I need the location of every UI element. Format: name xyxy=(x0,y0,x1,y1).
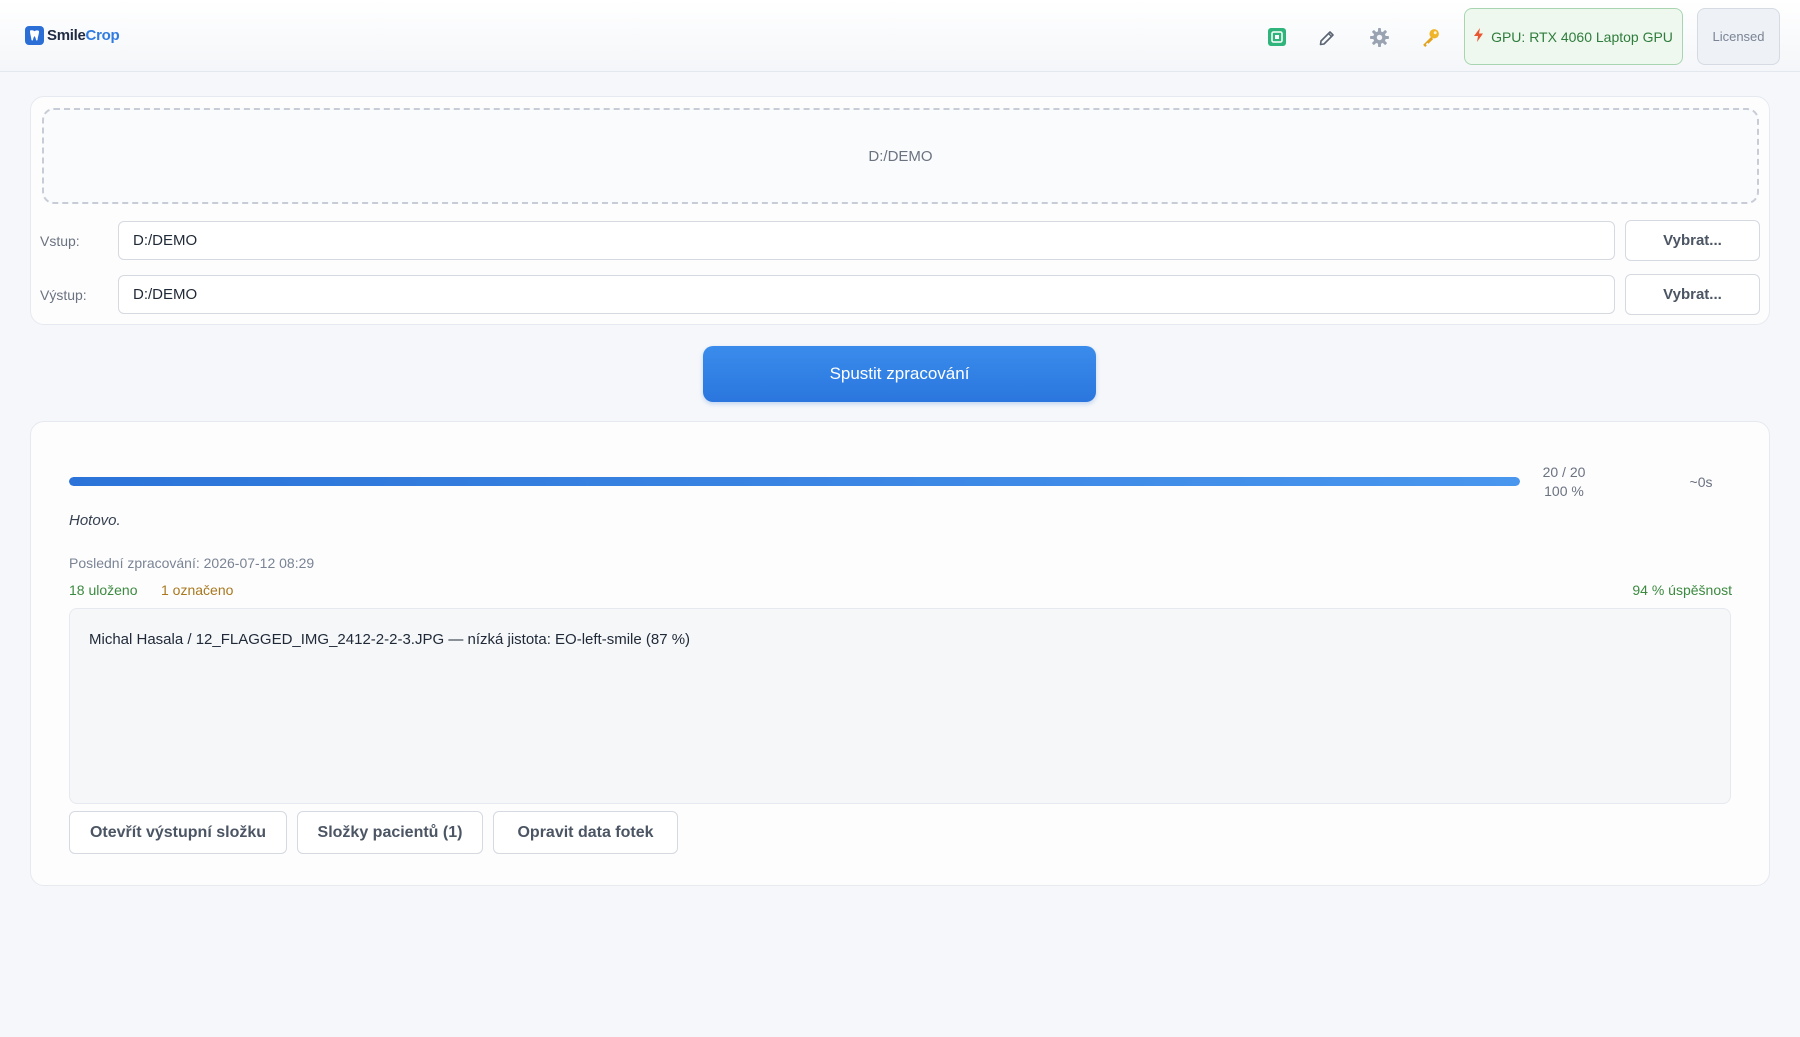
app-header: SmileCrop GPU: RTX 4060 Laptop GPU Licen… xyxy=(0,0,1800,72)
log-entry: Michal Hasala / 12_FLAGGED_IMG_2412-2-2-… xyxy=(89,631,691,648)
start-processing-button[interactable]: Spustit zpracování xyxy=(703,346,1096,402)
saved-count: 18 uloženo xyxy=(69,582,138,598)
app-name: SmileCrop xyxy=(47,26,120,44)
patient-folders-button[interactable]: Složky pacientů (1) xyxy=(297,811,483,854)
gpu-label: GPU: RTX 4060 Laptop GPU xyxy=(1491,28,1673,45)
progress-fill xyxy=(69,477,1520,486)
output-path-field[interactable] xyxy=(118,275,1615,314)
output-label: Výstup: xyxy=(40,287,87,303)
lightning-icon xyxy=(1474,28,1484,45)
progress-eta: ~0s xyxy=(1689,474,1713,490)
choose-input-label: Vybrat... xyxy=(1663,232,1722,249)
fix-photo-data-label: Opravit data fotek xyxy=(517,823,654,841)
results-card: 20 / 20 100 % ~0s Hotovo. Poslední zprac… xyxy=(30,421,1770,886)
pencil-icon[interactable] xyxy=(1313,22,1343,52)
open-output-folder-label: Otevřít výstupní složku xyxy=(89,823,267,841)
status-text: Hotovo. xyxy=(69,512,121,529)
progress-percent: 100 % xyxy=(1544,483,1584,499)
app-logo: SmileCrop xyxy=(25,24,120,46)
progress-bar xyxy=(69,477,1520,486)
start-processing-label: Spustit zpracování xyxy=(829,364,970,383)
input-card: D:/DEMO Vstup: Vybrat... Výstup: Vybrat.… xyxy=(30,96,1770,325)
log-panel[interactable]: Michal Hasala / 12_FLAGGED_IMG_2412-2-2-… xyxy=(69,608,1731,804)
folder-dropzone[interactable]: D:/DEMO xyxy=(42,108,1759,204)
choose-output-label: Vybrat... xyxy=(1663,286,1722,303)
license-label: Licensed xyxy=(1712,29,1765,44)
gpu-status-badge: GPU: RTX 4060 Laptop GPU xyxy=(1464,8,1683,65)
choose-output-button[interactable]: Vybrat... xyxy=(1625,274,1760,315)
progress-count: 20 / 20 xyxy=(1542,464,1586,480)
choose-input-button[interactable]: Vybrat... xyxy=(1625,220,1760,261)
tooth-logo-icon xyxy=(25,25,44,45)
fix-photo-data-button[interactable]: Opravit data fotek xyxy=(493,811,678,854)
flagged-count: 1 označeno xyxy=(161,582,234,598)
gear-icon[interactable] xyxy=(1364,22,1394,52)
key-icon[interactable] xyxy=(1415,22,1445,52)
input-path-field[interactable] xyxy=(118,221,1615,260)
input-label: Vstup: xyxy=(40,233,80,249)
patient-folders-label: Složky pacientů (1) xyxy=(317,823,463,841)
license-badge[interactable]: Licensed xyxy=(1697,8,1780,65)
chip-icon[interactable] xyxy=(1262,22,1292,52)
success-rate: 94 % úspěšnost xyxy=(1632,582,1732,598)
dropzone-text: D:/DEMO xyxy=(868,147,933,165)
last-run-timestamp: Poslední zpracování: 2026-07-12 08:29 xyxy=(69,555,315,571)
open-output-folder-button[interactable]: Otevřít výstupní složku xyxy=(69,811,287,854)
